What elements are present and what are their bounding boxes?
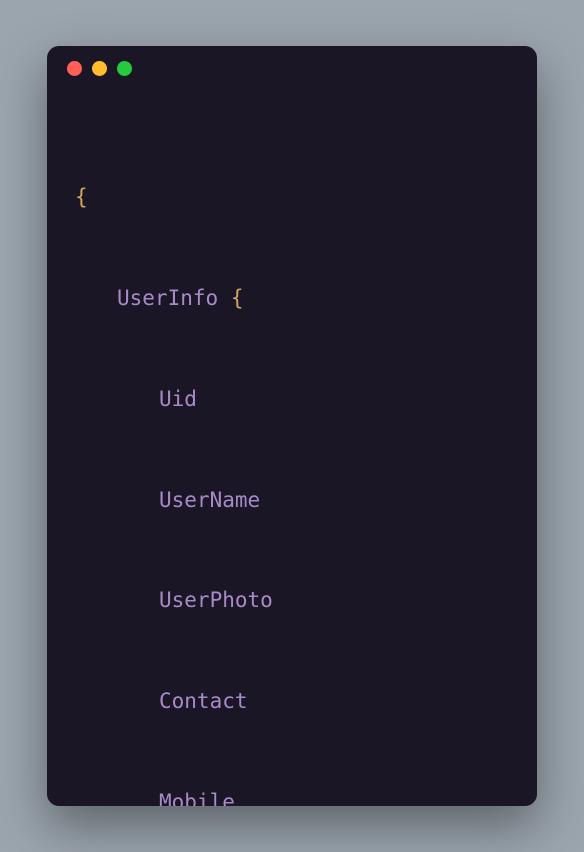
maximize-icon[interactable] [117,61,132,76]
field-uid: Uid [159,387,197,411]
field-contact: Contact [159,689,248,713]
field-username: UserName [159,488,260,512]
outer-open-brace: { [75,185,88,209]
code-window: { UserInfo { Uid UserName UserPhoto Cont… [47,46,537,806]
code-content: { UserInfo { Uid UserName UserPhoto Cont… [47,90,537,806]
field-userphoto: UserPhoto [159,588,273,612]
field-mobile: Mobile [159,790,235,806]
type-name: UserInfo [117,286,218,310]
inner-open-brace: { [231,286,244,310]
titlebar [47,46,537,90]
close-icon[interactable] [67,61,82,76]
minimize-icon[interactable] [92,61,107,76]
